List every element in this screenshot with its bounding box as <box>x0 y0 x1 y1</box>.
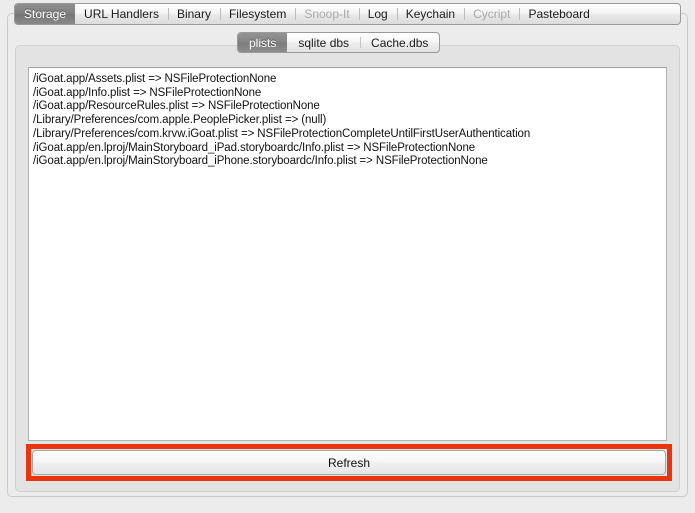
tab-log[interactable]: Log <box>358 4 397 24</box>
tab-label: Snoop-It <box>304 7 350 21</box>
list-item[interactable]: /iGoat.app/en.lproj/MainStoryboard_iPad.… <box>33 142 666 156</box>
tab-label: Filesystem <box>228 7 287 21</box>
tab-label: Binary <box>176 7 211 21</box>
tab-label: Log <box>367 7 388 21</box>
tab-url-handlers[interactable]: URL Handlers <box>75 4 168 24</box>
list-item[interactable]: /iGoat.app/ResourceRules.plist => NSFile… <box>33 100 666 114</box>
tab-label: Storage <box>24 7 67 21</box>
tab-label: URL Handlers <box>84 7 159 21</box>
list-item[interactable]: /iGoat.app/Assets.plist => NSFileProtect… <box>33 73 666 87</box>
refresh-button-label: Refresh <box>327 455 371 470</box>
tab-pasteboard[interactable]: Pasteboard <box>519 4 598 24</box>
tab-binary[interactable]: Binary <box>167 4 220 24</box>
subtab-label: plists <box>249 35 277 50</box>
subtab-cache-dbs[interactable]: Cache.dbs <box>360 33 439 52</box>
tab-cycript[interactable]: Cycript <box>464 4 519 24</box>
subtab-sqlite-dbs[interactable]: sqlite dbs <box>287 33 360 52</box>
subtab-label: sqlite dbs <box>298 35 350 50</box>
refresh-button[interactable]: Refresh <box>32 450 666 475</box>
tab-keychain[interactable]: Keychain <box>396 4 464 24</box>
list-item[interactable]: /Library/Preferences/com.apple.PeoplePic… <box>33 114 666 128</box>
tab-label: Cycript <box>473 7 511 21</box>
tab-filesystem[interactable]: Filesystem <box>219 4 295 24</box>
tab-label: Keychain <box>405 7 456 21</box>
list-item[interactable]: /iGoat.app/Info.plist => NSFileProtectio… <box>33 87 666 101</box>
sub-tab-bar: plists sqlite dbs Cache.dbs <box>237 32 441 53</box>
plist-results-list[interactable]: /iGoat.app/Assets.plist => NSFileProtect… <box>28 67 667 441</box>
tab-label: Pasteboard <box>528 7 590 21</box>
list-item[interactable]: /Library/Preferences/com.krvw.iGoat.plis… <box>33 128 666 142</box>
tab-storage[interactable]: Storage <box>15 4 76 24</box>
list-item[interactable]: /iGoat.app/en.lproj/MainStoryboard_iPhon… <box>33 155 666 169</box>
main-tab-bar: Storage URL Handlers Binary Filesystem Snoop… <box>14 3 681 25</box>
subtab-label: Cache.dbs <box>371 35 429 50</box>
tab-snoop-it[interactable]: Snoop-It <box>295 4 358 24</box>
subtab-plists[interactable]: plists <box>238 33 288 52</box>
